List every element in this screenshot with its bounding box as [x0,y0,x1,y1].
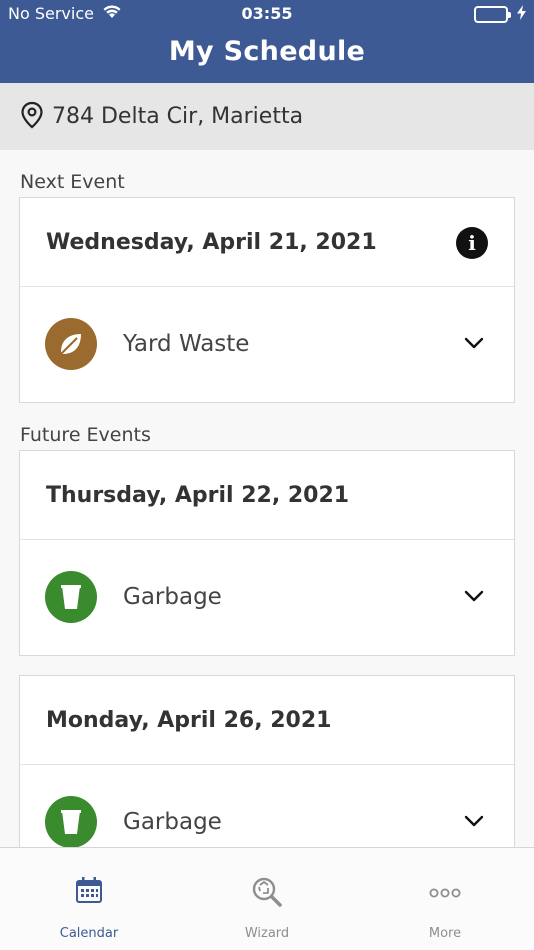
tab-more[interactable]: More [356,848,534,950]
event-item-label: Yard Waste [123,331,250,357]
trash-can-icon [45,571,97,623]
event-date: Thursday, April 22, 2021 [20,451,514,540]
event-item-label: Garbage [123,584,222,610]
charging-bolt-icon [517,5,526,24]
recycle-search-icon [251,876,283,912]
future-events-label: Future Events [20,424,151,446]
event-date: Monday, April 26, 2021 [20,676,514,765]
event-date: Wednesday, April 21, 2021 i [20,198,514,287]
leaf-icon [45,318,97,370]
tab-bar: Calendar Wizard More [0,847,534,950]
calendar-icon [75,876,103,908]
more-dots-icon [429,884,461,903]
next-event-label: Next Event [20,171,125,193]
event-date-text: Wednesday, April 21, 2021 [46,229,377,255]
status-bar: No Service 03:55 [0,0,534,28]
event-date-text: Thursday, April 22, 2021 [46,482,350,508]
page-title: My Schedule [168,36,366,67]
status-time: 03:55 [241,4,293,23]
event-date-text: Monday, April 26, 2021 [46,707,332,733]
event-item-row[interactable]: Yard Waste [20,287,514,401]
chevron-down-icon[interactable] [464,812,484,831]
event-card: Wednesday, April 21, 2021 i Yard Waste [19,197,515,403]
battery-icon [474,6,511,23]
info-icon[interactable]: i [456,227,488,259]
chevron-down-icon[interactable] [464,334,484,353]
chevron-down-icon[interactable] [464,587,484,606]
trash-can-icon [45,796,97,848]
event-card: Thursday, April 22, 2021 Garbage [19,450,515,656]
tab-label: Wizard [244,926,290,941]
event-item-row[interactable]: Garbage [20,540,514,654]
tab-wizard[interactable]: Wizard [178,848,356,950]
address-text: 784 Delta Cir, Marietta [52,104,304,129]
map-pin-icon [20,101,44,133]
tab-label: Calendar [59,926,119,941]
app-header: No Service 03:55 My Schedule [0,0,534,83]
event-item-label: Garbage [123,809,222,835]
tab-calendar[interactable]: Calendar [0,848,178,950]
address-bar[interactable]: 784 Delta Cir, Marietta [0,83,534,150]
tab-label: More [428,926,462,941]
